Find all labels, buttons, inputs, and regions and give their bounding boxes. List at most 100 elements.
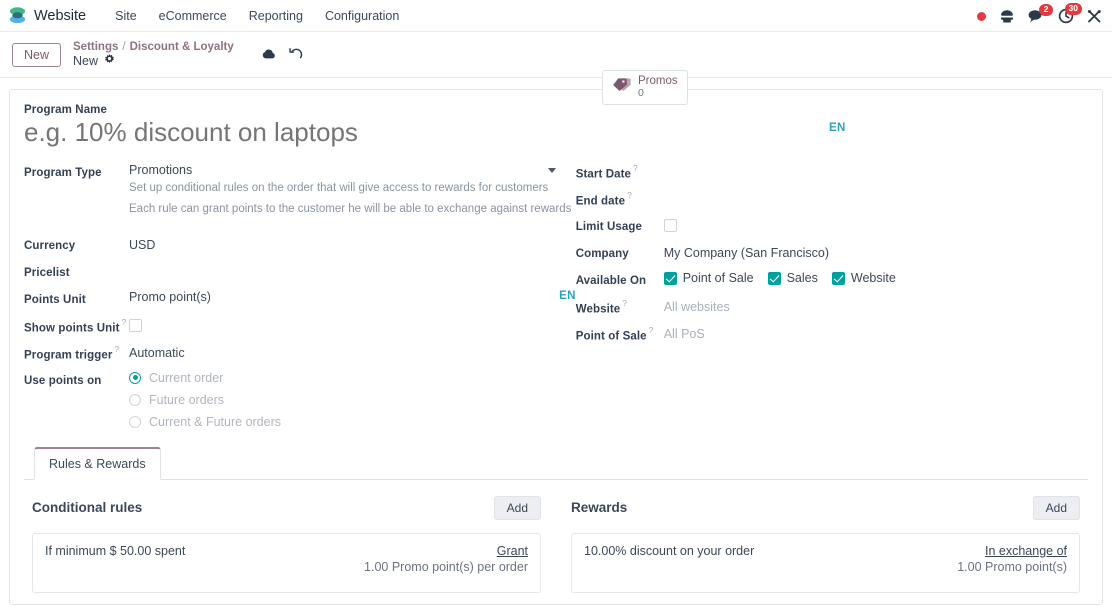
checkbox-indicator	[831, 271, 845, 285]
reward-action-detail: 1.00 Promo point(s)	[957, 559, 1067, 574]
program-trigger-value[interactable]: Automatic	[129, 346, 185, 360]
form-left-column: Program Type Promotions Set up condition…	[24, 160, 576, 429]
red-dot-indicator-icon[interactable]	[977, 11, 986, 21]
field-end-date: End date?	[576, 187, 1088, 214]
field-available-on: Available On Point of Sale Sales Website	[576, 268, 1088, 295]
menu-item-reporting[interactable]: Reporting	[238, 4, 314, 28]
end-date-label: End date	[575, 195, 626, 208]
program-type-label: Program Type	[24, 167, 102, 179]
show-points-unit-label: Show points Unit	[24, 321, 120, 334]
radio-current-order[interactable]: Current order	[129, 371, 576, 385]
radio-label: Current order	[149, 370, 224, 385]
program-name-lang-badge[interactable]: EN	[829, 122, 846, 134]
help-icon[interactable]: ?	[627, 190, 632, 200]
promos-stat-label: Promos	[638, 75, 678, 87]
program-type-select[interactable]: Promotions	[129, 163, 556, 177]
help-icon[interactable]: ?	[622, 298, 627, 308]
undo-discard-icon[interactable]	[289, 48, 303, 61]
new-record-button[interactable]: New	[12, 42, 62, 67]
rewards-title: Rewards	[571, 500, 628, 516]
breadcrumb-discount-loyalty-link[interactable]: Discount & Loyalty	[130, 41, 234, 53]
program-name-label: Program Name	[24, 104, 108, 116]
points-unit-label: Points Unit	[24, 293, 86, 306]
available-on-point-of-sale[interactable]: Point of Sale	[663, 271, 754, 285]
notebook-tabs: Rules & Rewards	[24, 446, 1088, 480]
field-use-points-on: Use points on Current order Future order…	[24, 368, 576, 429]
cloud-save-icon[interactable]	[260, 48, 276, 61]
debug-tools-icon[interactable]	[1087, 9, 1102, 24]
checkbox-label: Website	[850, 271, 896, 285]
points-unit-lang-badge[interactable]: EN	[559, 290, 576, 304]
program-type-hint-2: Each rule can grant points to the custom…	[129, 202, 572, 215]
help-icon[interactable]: ?	[122, 317, 127, 327]
form-columns: Program Type Promotions Set up condition…	[24, 160, 1088, 429]
reward-card[interactable]: 10.00% discount on your order In exchang…	[571, 532, 1080, 593]
field-pricelist: Pricelist	[24, 260, 576, 287]
breadcrumb-settings-link[interactable]: Settings	[73, 41, 118, 53]
rule-action-link[interactable]: Grant	[364, 544, 528, 558]
activities-clock-icon[interactable]: 30	[1058, 3, 1082, 24]
messages-chat-icon[interactable]: 2	[1028, 4, 1053, 23]
add-conditional-rule-button[interactable]: Add	[493, 495, 541, 520]
rewards-pane: Rewards Add 10.00% discount on your orde…	[563, 495, 1088, 593]
systray: 2 30	[977, 0, 1102, 32]
field-limit-usage: Limit Usage	[576, 214, 1088, 241]
menu-item-configuration[interactable]: Configuration	[314, 4, 410, 28]
field-currency: Currency USD	[24, 233, 576, 260]
available-on-sales[interactable]: Sales	[767, 271, 818, 285]
phone-icon[interactable]	[999, 9, 1015, 23]
notebook-panes: Conditional rules Add If minimum $ 50.00…	[24, 480, 1088, 593]
help-icon[interactable]: ?	[114, 344, 119, 354]
odoo-website-logo-icon	[8, 6, 27, 25]
reward-action-link[interactable]: In exchange of	[957, 544, 1067, 558]
field-company: Company My Company (San Francisco)	[576, 241, 1088, 268]
field-program-type: Program Type Promotions Set up condition…	[24, 160, 576, 219]
use-points-on-label: Use points on	[24, 374, 102, 387]
program-name-group: Program Name EN	[24, 104, 1088, 148]
field-show-points-unit: Show points Unit?	[24, 314, 576, 341]
radio-indicator	[129, 393, 141, 406]
point-of-sale-label: Point of Sale	[575, 330, 647, 343]
available-on-group: Point of Sale Sales Website	[663, 271, 1088, 285]
conditional-rule-card[interactable]: If minimum $ 50.00 spent Grant 1.00 Prom…	[32, 532, 541, 593]
promos-stat-value: 0	[638, 86, 644, 99]
radio-label: Current & Future orders	[149, 414, 281, 429]
help-icon[interactable]: ?	[633, 163, 638, 173]
use-points-radio-group: Current order Future orders Current & Fu…	[129, 371, 576, 429]
show-points-unit-checkbox[interactable]	[129, 318, 142, 332]
available-on-label: Available On	[575, 275, 647, 287]
checkbox-indicator	[663, 271, 677, 285]
app-brand[interactable]: Website	[8, 6, 86, 25]
menu-item-site[interactable]: Site	[104, 4, 148, 28]
tab-rules-and-rewards[interactable]: Rules & Rewards	[34, 446, 161, 480]
radio-future-orders[interactable]: Future orders	[129, 393, 576, 407]
conditional-rules-title: Conditional rules	[32, 500, 143, 516]
radio-current-future-orders[interactable]: Current & Future orders	[129, 415, 576, 429]
menu-item-ecommerce[interactable]: eCommerce	[148, 4, 238, 28]
program-name-input[interactable]	[24, 117, 584, 148]
notebook: Rules & Rewards Conditional rules Add If…	[24, 446, 1088, 593]
form-sheet: Program Name EN Program Type Promotions …	[9, 89, 1103, 605]
radio-label: Future orders	[149, 392, 225, 407]
promos-stat-button[interactable]: Promos 0	[602, 70, 688, 105]
company-value[interactable]: My Company (San Francisco)	[664, 246, 829, 260]
form-view-area: Program Name EN Program Type Promotions …	[0, 78, 1112, 605]
currency-label: Currency	[24, 239, 76, 252]
start-date-label: Start Date	[575, 168, 632, 181]
available-on-website[interactable]: Website	[831, 271, 896, 285]
field-program-trigger: Program trigger? Automatic	[24, 341, 576, 368]
limit-usage-checkbox[interactable]	[663, 219, 677, 233]
breadcrumb-separator: /	[122, 41, 126, 53]
currency-value[interactable]: USD	[129, 238, 155, 252]
help-icon[interactable]: ?	[649, 325, 654, 335]
field-start-date: Start Date?	[576, 160, 1088, 187]
website-value[interactable]: All websites	[664, 300, 730, 314]
points-unit-value[interactable]: Promo point(s)	[129, 290, 211, 304]
add-reward-button[interactable]: Add	[1032, 495, 1080, 520]
promo-tag-icon	[612, 77, 631, 97]
gear-icon[interactable]	[104, 54, 115, 68]
point-of-sale-value[interactable]: All PoS	[664, 327, 705, 341]
program-type-value: Promotions	[129, 163, 193, 177]
rule-condition-text: If minimum $ 50.00 spent	[45, 543, 186, 558]
control-panel: New Settings / Discount & Loyalty New Pr…	[0, 32, 1112, 105]
